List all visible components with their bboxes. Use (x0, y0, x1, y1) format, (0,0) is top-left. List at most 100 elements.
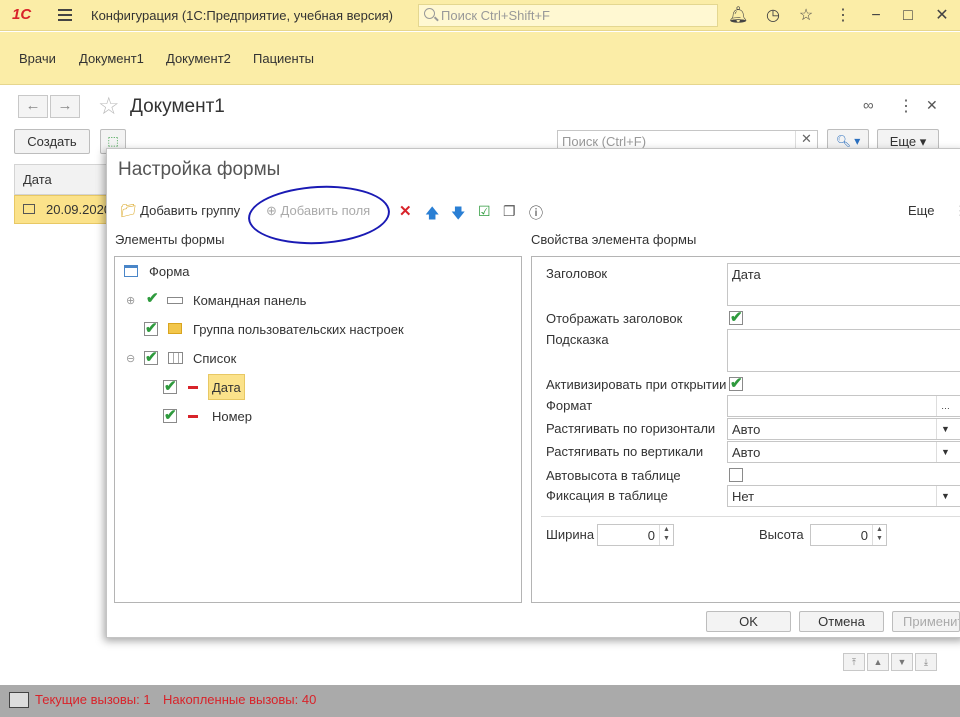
menu-item-document1[interactable]: Документ1 (79, 51, 144, 66)
column-header-date[interactable]: Дата (14, 164, 109, 195)
more-vert-icon[interactable]: ⋮ (898, 96, 914, 116)
scroll-bottom-button[interactable]: ⤓ (915, 653, 937, 671)
chevron-down-icon: ▼ (936, 419, 954, 439)
prop-format-label: Формат (546, 398, 593, 413)
prop-stretch-h-label: Растягивать по горизонтали (546, 421, 716, 436)
tree-item-user-settings-group[interactable]: Группа пользовательских настроек (193, 322, 404, 337)
spin-icon[interactable]: ▲ ▼ (872, 525, 886, 545)
elements-header: Элементы формы (115, 232, 225, 247)
elements-tree (114, 256, 522, 603)
link-icon[interactable]: ∞ (863, 97, 874, 114)
format-field[interactable]: … (727, 395, 960, 417)
uncheck-all-icon[interactable]: ❐ (503, 203, 516, 220)
tree-item-form[interactable]: Форма (149, 264, 190, 279)
tree-item-number[interactable]: Номер (212, 409, 252, 424)
accumulated-calls: Накопленные вызовы: 40 (163, 692, 317, 707)
prop-show-title-label: Отображать заголовок (546, 311, 683, 326)
section-panel (0, 32, 960, 85)
folder-add-icon: 📁︎ (120, 203, 137, 218)
add-group-button[interactable]: 📁︎ Добавить группу (120, 203, 240, 219)
menu-item-document2[interactable]: Документ2 (166, 51, 231, 66)
checkbox-date[interactable]: ✔ (163, 379, 177, 394)
form-icon (124, 265, 138, 277)
favorite-star-icon[interactable]: ☆ (98, 92, 120, 121)
scroll-top-button[interactable]: ⤒ (843, 653, 865, 671)
chevron-down-icon: ▼ (936, 442, 954, 462)
document-title: Документ1 (130, 96, 225, 117)
ok-button[interactable]: OK (706, 611, 791, 632)
stretch-v-select[interactable]: Авто ▼ (727, 441, 960, 463)
cancel-button[interactable]: Отмена (799, 611, 884, 632)
document-icon (23, 204, 35, 214)
folder-icon (168, 323, 182, 334)
hamburger-icon[interactable] (58, 9, 72, 21)
table-icon (168, 352, 183, 364)
maximize-icon[interactable]: □ (898, 6, 918, 26)
activate-checkbox[interactable]: ✔ (729, 376, 743, 391)
minimize-icon[interactable]: − (866, 6, 886, 26)
expand-icon[interactable]: ⊕ (126, 294, 135, 307)
autoheight-checkbox[interactable] (729, 468, 743, 482)
create-button[interactable]: Создать (14, 129, 90, 154)
field-icon (188, 415, 198, 418)
calls-icon[interactable] (9, 692, 29, 708)
prop-width-label: Ширина (546, 527, 595, 542)
stretch-h-select[interactable]: Авто ▼ (727, 418, 960, 440)
chevron-down-icon: ▼ (936, 486, 954, 506)
width-stepper[interactable]: 0 ▲ ▼ (597, 524, 674, 546)
scroll-down-button[interactable]: ▼ (891, 653, 913, 671)
title-field[interactable]: Дата (727, 263, 960, 306)
dialog-dots-icon[interactable]: ⋮ (954, 203, 960, 219)
check-all-icon[interactable]: ☑ (478, 203, 491, 220)
tree-item-date[interactable]: Дата (208, 374, 245, 400)
move-down-icon[interactable]: 🡇 (451, 203, 465, 227)
prop-fixation-label: Фиксация в таблице (546, 488, 668, 503)
back-button[interactable]: ← (18, 95, 48, 118)
forward-button[interactable]: → (50, 95, 80, 118)
menu-item-doctors[interactable]: Врачи (19, 51, 56, 66)
global-search-input[interactable]: Поиск Ctrl+Shift+F (418, 4, 718, 27)
show-title-checkbox[interactable]: ✔ (729, 310, 743, 325)
spin-icon[interactable]: ▲ ▼ (659, 525, 673, 545)
tree-item-list[interactable]: Список (193, 351, 236, 366)
dialog-title: Настройка формы (118, 159, 281, 180)
scroll-up-button[interactable]: ▲ (867, 653, 889, 671)
checkbox-group[interactable]: ✔ (144, 321, 158, 336)
prop-autoheight-label: Автовысота в таблице (546, 468, 681, 483)
command-panel-icon (167, 297, 183, 304)
tooltip-field[interactable] (727, 329, 960, 372)
fixation-select[interactable]: Нет ▼ (727, 485, 960, 507)
divider (541, 516, 960, 517)
prop-height-label: Высота (759, 527, 804, 542)
properties-header: Свойства элемента формы (531, 232, 697, 247)
collapse-icon[interactable]: ⊖ (126, 352, 135, 365)
close-icon[interactable]: ✕ (932, 6, 952, 26)
help-icon[interactable]: ⓘ (529, 203, 543, 223)
bell-icon[interactable]: 🔔︎ (728, 6, 748, 26)
table-row[interactable]: 20.09.2020 (14, 195, 109, 224)
checkbox-number[interactable]: ✔ (163, 408, 177, 423)
dialog-more-button[interactable]: Еще (908, 203, 934, 218)
prop-tooltip-label: Подсказка (546, 332, 609, 347)
checkbox-list[interactable]: ✔ (144, 350, 158, 365)
field-icon (188, 386, 198, 389)
prop-stretch-v-label: Растягивать по вертикали (546, 444, 704, 459)
menu-item-patients[interactable]: Пациенты (253, 51, 314, 66)
window-title: Конфигурация (1С:Предприятие, учебная ве… (91, 8, 393, 23)
star-icon[interactable]: ☆ (796, 6, 816, 26)
current-calls: Текущие вызовы: 1 (35, 692, 151, 707)
history-icon[interactable]: ◷ (763, 6, 783, 26)
tree-item-command-panel[interactable]: Командная панель (193, 293, 306, 308)
dots-menu-icon[interactable]: ⋮ (833, 6, 853, 26)
check-icon[interactable]: ✔ (146, 291, 159, 306)
app-logo[interactable]: 1С (12, 6, 31, 23)
delete-icon[interactable]: ✕ (399, 202, 412, 220)
move-up-icon[interactable]: 🡅 (425, 203, 439, 227)
prop-title-label: Заголовок (546, 266, 608, 281)
close-doc-icon[interactable]: ✕ (926, 97, 938, 114)
height-stepper[interactable]: 0 ▲ ▼ (810, 524, 887, 546)
search-icon (424, 8, 435, 19)
ellipsis-icon[interactable]: … (936, 396, 954, 416)
apply-button[interactable]: Применить (892, 611, 960, 632)
prop-activate-label: Активизировать при открытии (546, 377, 727, 392)
